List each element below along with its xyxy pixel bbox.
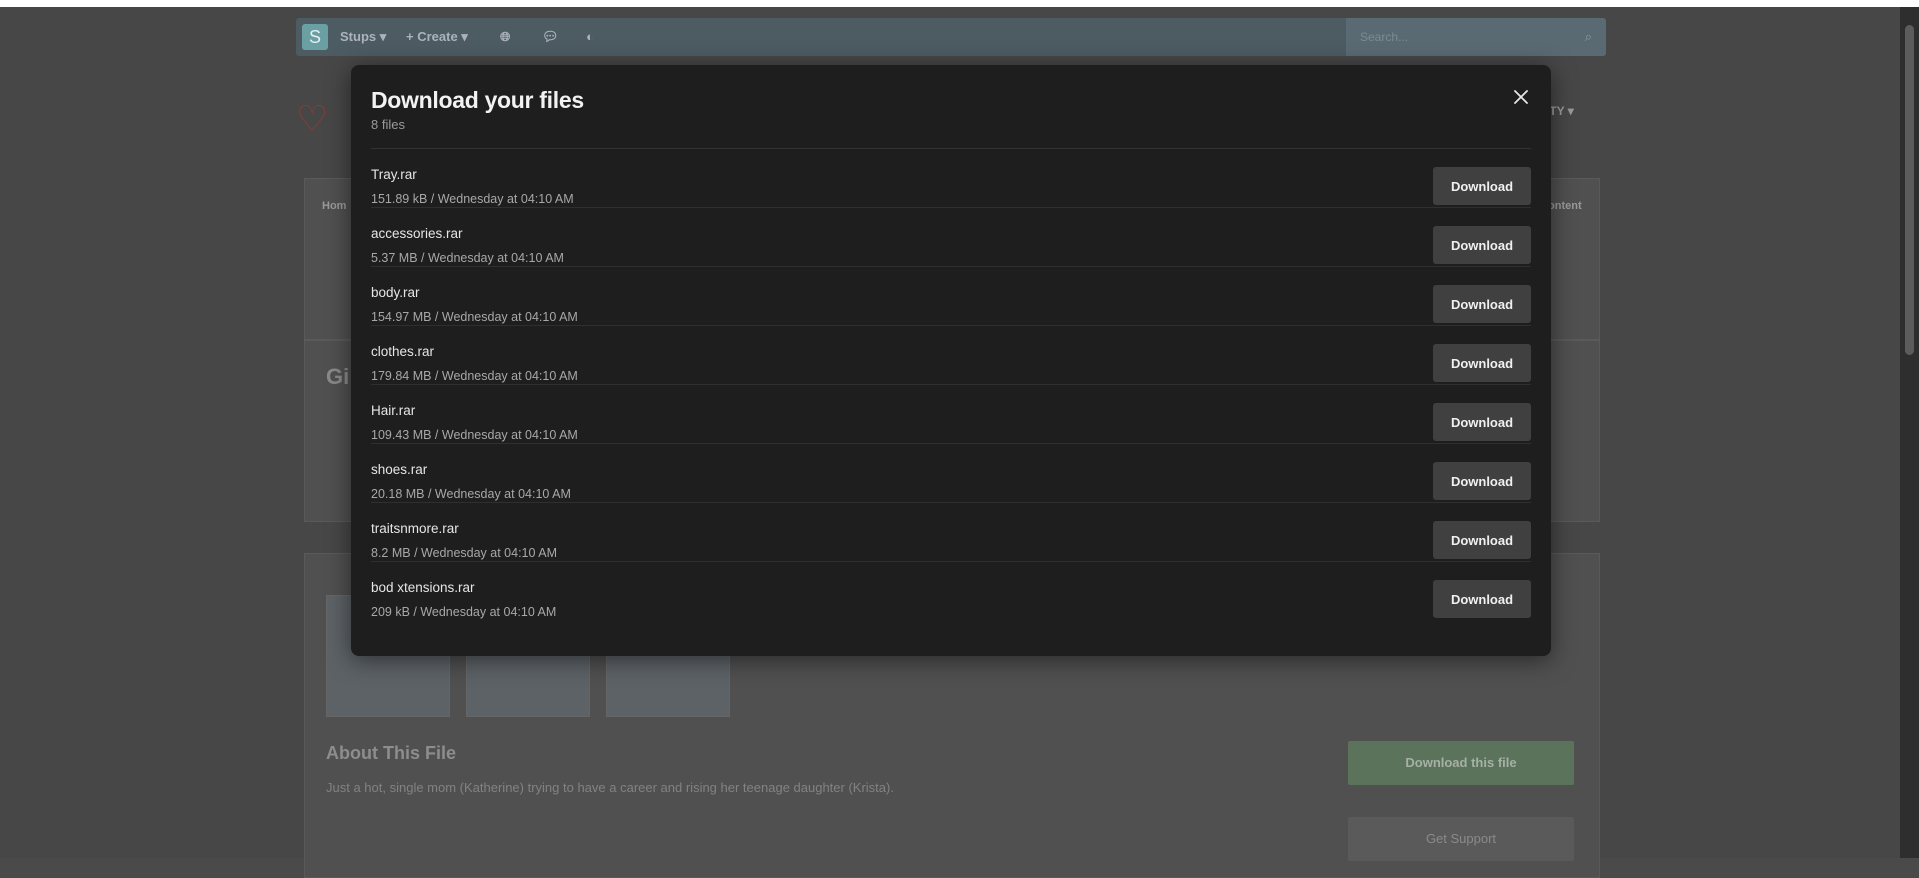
file-row: accessories.rar 5.37 MB / Wednesday at 0… <box>371 208 1531 267</box>
breadcrumb-home[interactable]: Hom <box>322 200 346 212</box>
download-button[interactable]: Download <box>1433 285 1531 323</box>
file-name: bod xtensions.rar <box>371 580 475 595</box>
browser-top-strip <box>0 0 1919 7</box>
chat-icon[interactable]: 💬︎ <box>542 18 559 56</box>
download-button[interactable]: Download <box>1433 167 1531 205</box>
file-meta: 20.18 MB / Wednesday at 04:10 AM <box>371 487 571 501</box>
file-row: clothes.rar 179.84 MB / Wednesday at 04:… <box>371 326 1531 385</box>
file-list: Tray.rar 151.89 kB / Wednesday at 04:10 … <box>371 149 1531 620</box>
file-meta: 5.37 MB / Wednesday at 04:10 AM <box>371 251 564 265</box>
download-button[interactable]: Download <box>1433 580 1531 618</box>
toggle-icon[interactable]: ◐ <box>586 18 594 56</box>
file-meta: 8.2 MB / Wednesday at 04:10 AM <box>371 546 557 560</box>
about-title: About This File <box>326 743 456 763</box>
file-meta: 179.84 MB / Wednesday at 04:10 AM <box>371 369 578 383</box>
file-name: body.rar <box>371 285 420 300</box>
nav-item-stups[interactable]: Stups ▾ <box>340 18 386 56</box>
file-row: Hair.rar 109.43 MB / Wednesday at 04:10 … <box>371 385 1531 444</box>
file-name: Hair.rar <box>371 403 416 418</box>
breadcrumb-content[interactable]: ontent <box>1548 200 1582 212</box>
download-button[interactable]: Download <box>1433 226 1531 264</box>
search-box[interactable]: Search... ⌕ <box>1346 18 1606 56</box>
file-meta: 154.97 MB / Wednesday at 04:10 AM <box>371 310 578 324</box>
close-icon[interactable] <box>1509 85 1533 109</box>
file-title: Gi <box>326 364 350 389</box>
download-button[interactable]: Download <box>1433 344 1531 382</box>
file-row: shoes.rar 20.18 MB / Wednesday at 04:10 … <box>371 444 1531 503</box>
top-navbar: S Stups ▾ + Create ▾ 🌐︎ 💬︎ ◐ Search... ⌕ <box>296 18 1606 56</box>
file-name: shoes.rar <box>371 462 428 477</box>
file-name: Tray.rar <box>371 167 417 182</box>
get-support-button[interactable]: Get Support <box>1348 817 1574 861</box>
file-name: traitsnmore.rar <box>371 521 459 536</box>
download-button[interactable]: Download <box>1433 521 1531 559</box>
globe-icon[interactable]: 🌐︎ <box>500 18 510 56</box>
file-count: 8 files <box>371 117 405 132</box>
site-heart-logo-icon: ♡ <box>296 98 329 139</box>
scrollbar-thumb[interactable] <box>1905 25 1914 355</box>
file-row: bod xtensions.rar 209 kB / Wednesday at … <box>371 562 1531 620</box>
search-icon[interactable]: ⌕ <box>1585 29 1592 45</box>
search-input[interactable]: Search... <box>1360 18 1408 56</box>
file-row: traitsnmore.rar 8.2 MB / Wednesday at 04… <box>371 503 1531 562</box>
file-row: body.rar 154.97 MB / Wednesday at 04:10 … <box>371 267 1531 326</box>
download-button[interactable]: Download <box>1433 462 1531 500</box>
file-meta: 109.43 MB / Wednesday at 04:10 AM <box>371 428 578 442</box>
about-description: Just a hot, single mom (Katherine) tryin… <box>326 780 894 795</box>
download-this-file-button[interactable]: Download this file <box>1348 741 1574 785</box>
file-meta: 151.89 kB / Wednesday at 04:10 AM <box>371 192 574 206</box>
download-modal: Download your files 8 files Tray.rar 151… <box>351 65 1551 656</box>
modal-title: Download your files <box>371 87 584 113</box>
nav-item-create[interactable]: + Create ▾ <box>406 18 468 56</box>
page-scrollbar[interactable] <box>1900 7 1919 858</box>
file-meta: 209 kB / Wednesday at 04:10 AM <box>371 605 557 619</box>
file-name: clothes.rar <box>371 344 435 359</box>
file-row: Tray.rar 151.89 kB / Wednesday at 04:10 … <box>371 149 1531 208</box>
download-button[interactable]: Download <box>1433 403 1531 441</box>
file-name: accessories.rar <box>371 226 463 241</box>
site-logo-icon[interactable]: S <box>302 24 328 50</box>
